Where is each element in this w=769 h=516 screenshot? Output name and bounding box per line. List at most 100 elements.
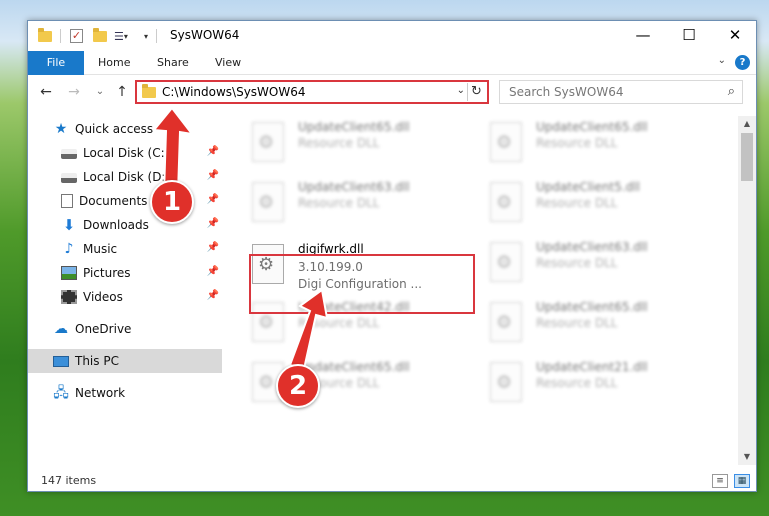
disk-icon [61,173,77,183]
tab-view[interactable]: View [215,51,241,75]
tab-home[interactable]: Home [98,51,130,75]
dll-file-icon [252,182,284,222]
address-bar[interactable]: C:\Windows\SysWOW64 ⌄ ↻ [135,80,489,104]
dll-file-icon [490,302,522,342]
sidebar-item-music[interactable]: ♪ Music 📌 [28,237,222,261]
download-icon: ⬇ [62,216,76,234]
disk-icon [61,149,77,159]
refresh-button[interactable]: ↻ [467,83,485,101]
list-item[interactable]: UpdateClient63.dll Resource DLL [488,236,718,288]
scroll-down-button[interactable]: ▼ [738,449,756,465]
folder-icon[interactable] [38,27,52,44]
sidebar-item-label: Documents [79,194,148,208]
tiles-view-button[interactable]: ▦ [734,474,750,488]
pin-icon[interactable]: 📌 [207,218,219,229]
sidebar-item-pictures[interactable]: Pictures 📌 [28,261,222,285]
scroll-thumb[interactable] [741,133,753,181]
file-description: Resource DLL [298,136,380,150]
file-name: UpdateClient5.dll [536,180,640,194]
up-button[interactable]: ↑ [112,82,132,102]
pin-icon[interactable]: 📌 [207,146,219,157]
ribbon-collapse-button[interactable]: ⌄ [718,55,726,66]
file-description: Resource DLL [536,316,618,330]
minimize-button[interactable]: — [620,21,666,51]
details-view-button[interactable]: ≡ [712,474,728,488]
ribbon: File Home Share View ⌄ ? [28,51,756,75]
list-item[interactable]: UpdateClient65.dll Resource DLL [488,296,718,348]
highlight-box [249,254,475,314]
file-name: UpdateClient21.dll [536,360,648,374]
sidebar-item-this-pc[interactable]: This PC [28,349,222,373]
sidebar-item-videos[interactable]: Videos 📌 [28,285,222,309]
properties-check-icon[interactable]: ✓ [70,28,83,44]
quick-access-dropdown[interactable]: ▾ [144,28,148,44]
customize-icon[interactable]: ☰ ▾ [114,28,128,44]
sidebar-item-onedrive[interactable]: ☁ OneDrive [28,317,222,341]
cloud-icon: ☁ [54,321,68,337]
sidebar-item-downloads[interactable]: ⬇ Downloads 📌 [28,213,222,237]
search-icon[interactable]: ⌕ [728,84,735,99]
scroll-up-button[interactable]: ▲ [738,116,756,132]
quick-access-separator [60,28,61,44]
file-name: UpdateClient63.dll [298,180,410,194]
pin-icon[interactable]: 📌 [207,290,219,301]
sidebar-item-label: Local Disk (D:) [83,170,171,184]
pin-icon[interactable]: 📌 [207,266,219,277]
dll-file-icon [252,122,284,162]
sidebar-item-label: Videos [83,290,123,304]
star-icon: ★ [54,121,68,137]
folder-icon [142,84,156,98]
file-name: UpdateClient65.dll [298,120,410,134]
file-description: Resource DLL [536,196,618,210]
step-2-badge: 2 [276,364,320,408]
file-name: UpdateClient65.dll [536,300,648,314]
window-title: SysWOW64 [170,28,240,42]
sidebar-item-label: Downloads [83,218,149,232]
chevron-down-icon[interactable]: ⌄ [457,85,465,96]
videos-icon [61,290,77,304]
pin-icon[interactable]: 📌 [207,170,219,181]
computer-icon [53,355,69,367]
tab-share[interactable]: Share [157,51,189,75]
sidebar-item-quick-access[interactable]: ★ Quick access [28,117,222,141]
close-button[interactable]: ✕ [712,21,758,51]
title-bar: ✓ ☰ ▾ ▾ SysWOW64 — ☐ ✕ [28,21,756,51]
back-button[interactable]: ← [36,82,56,102]
network-icon: 🖧 [53,385,69,401]
file-description: Resource DLL [298,196,380,210]
dll-file-icon [490,122,522,162]
pictures-icon [61,266,77,280]
sidebar-item-label: This PC [75,354,119,368]
list-item[interactable]: UpdateClient63.dll Resource DLL [250,176,480,228]
pin-icon[interactable]: 📌 [207,242,219,253]
list-item[interactable]: UpdateClient65.dll Resource DLL [250,116,480,168]
search-box[interactable]: Search SysWOW64 ⌕ [499,80,743,104]
dll-file-icon [490,182,522,222]
file-tab[interactable]: File [28,51,84,75]
file-description: Resource DLL [298,316,380,330]
forward-button[interactable]: → [64,82,84,102]
maximize-button[interactable]: ☐ [666,21,712,51]
sidebar-item-network[interactable]: 🖧 Network [28,381,222,405]
address-path[interactable]: C:\Windows\SysWOW64 [162,85,306,99]
list-item[interactable]: UpdateClient65.dll Resource DLL [488,116,718,168]
search-input[interactable]: Search SysWOW64 [509,85,623,99]
vertical-scrollbar[interactable]: ▲ ▼ [738,116,756,465]
documents-icon [61,194,73,208]
file-description: Resource DLL [536,136,618,150]
sidebar-item-local-disk-c[interactable]: Local Disk (C:) 📌 [28,141,222,165]
list-item[interactable]: UpdateClient5.dll Resource DLL [488,176,718,228]
recent-locations-button[interactable]: ⌄ [90,82,110,102]
pin-icon[interactable]: 📌 [207,194,219,205]
status-bar: 147 items ≡ ▦ [28,471,756,493]
dll-file-icon [490,242,522,282]
file-name: UpdateClient63.dll [536,240,648,254]
help-icon[interactable]: ? [735,55,750,70]
item-count: 147 items [41,474,97,487]
sidebar-item-local-disk-d[interactable]: Local Disk (D:) 📌 [28,165,222,189]
sidebar-item-label: Local Disk (C:) [83,146,170,160]
new-folder-icon[interactable] [93,27,107,44]
navigation-bar: ← → ⌄ ↑ C:\Windows\SysWOW64 ⌄ ↻ Search S… [28,79,756,107]
list-item[interactable]: UpdateClient21.dll Resource DLL [488,356,718,408]
file-name: UpdateClient65.dll [536,120,648,134]
